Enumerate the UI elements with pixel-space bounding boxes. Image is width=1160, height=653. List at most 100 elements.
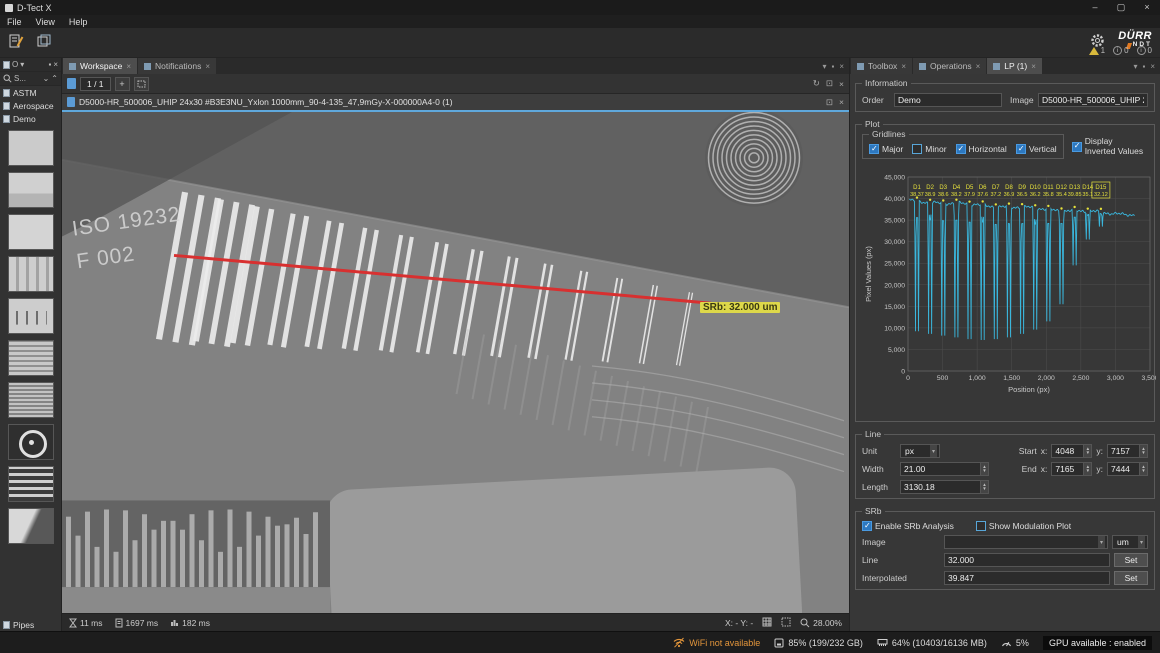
- notice-badge[interactable]: i0: [1137, 46, 1152, 55]
- menu-file[interactable]: File: [0, 17, 29, 27]
- order-field[interactable]: [894, 93, 1002, 107]
- fit-view-icon[interactable]: ⊡: [826, 97, 833, 108]
- tab-notifications[interactable]: Notifications ×: [138, 58, 216, 74]
- srb-unit-select[interactable]: um▾: [1112, 535, 1148, 549]
- end-y-field[interactable]: ▲▼: [1107, 462, 1148, 476]
- thumbnail[interactable]: [8, 172, 54, 208]
- srb-line-set-button[interactable]: Set: [1114, 553, 1148, 567]
- thumbnail[interactable]: [8, 508, 54, 544]
- window-controls: – ▢ ×: [1082, 0, 1160, 15]
- rect-select-button[interactable]: [134, 77, 149, 91]
- tab-lp[interactable]: LP (1) ×: [987, 58, 1042, 74]
- close-icon[interactable]: ×: [53, 60, 58, 69]
- xray-image[interactable]: [62, 112, 849, 613]
- close-button[interactable]: ×: [1134, 0, 1160, 15]
- thumbnail[interactable]: [8, 214, 54, 250]
- start-x-field[interactable]: ▲▼: [1051, 444, 1092, 458]
- refresh-icon[interactable]: ↻: [813, 78, 820, 89]
- pixel-grid-button[interactable]: [781, 617, 791, 629]
- checkbox[interactable]: [862, 521, 872, 531]
- srb-measurement-label: SRb: 32.000 um: [700, 302, 780, 313]
- pin-icon[interactable]: ▪: [48, 60, 51, 69]
- grid-toggle-button[interactable]: [762, 617, 772, 629]
- report-edit-button[interactable]: [5, 31, 27, 51]
- srb-image-select[interactable]: ▾: [944, 535, 1108, 549]
- tab-workspace[interactable]: Workspace ×: [63, 58, 137, 74]
- image-tab-title: D5000-HR_500006_UHIP 24x30 #B3E3NU_Yxlon…: [79, 97, 453, 107]
- close-icon[interactable]: ×: [1031, 62, 1036, 71]
- srb-line-field[interactable]: [944, 553, 1110, 567]
- chevron-down-icon[interactable]: ▾: [822, 62, 826, 71]
- display-inverted-checkbox[interactable]: Display Inverted Values: [1072, 137, 1145, 156]
- width-field[interactable]: ▲▼: [900, 462, 989, 476]
- checkbox[interactable]: [1016, 144, 1026, 154]
- close-icon[interactable]: ×: [839, 62, 844, 71]
- thumbnail[interactable]: [8, 130, 54, 166]
- thumbnail[interactable]: [8, 340, 54, 376]
- cpu-status: 5%: [1001, 638, 1029, 648]
- tree-item-astm[interactable]: ASTM: [0, 86, 61, 99]
- search-input[interactable]: S...: [14, 74, 26, 83]
- checkbox[interactable]: [976, 521, 986, 531]
- length-field[interactable]: ▲▼: [900, 480, 989, 494]
- tab-toolbox[interactable]: Toolbox ×: [851, 58, 912, 74]
- srb-interpolated-set-button[interactable]: Set: [1114, 571, 1148, 585]
- warning-badge[interactable]: 1: [1089, 46, 1105, 55]
- unit-select[interactable]: px▾: [900, 444, 940, 458]
- thumbnail[interactable]: [8, 256, 54, 292]
- thumbnail[interactable]: [8, 424, 54, 460]
- checkbox[interactable]: [869, 144, 879, 154]
- chevron-down-icon[interactable]: ▾: [20, 60, 24, 69]
- checkbox[interactable]: [956, 144, 966, 154]
- tree-item-aerospace[interactable]: Aerospace: [0, 99, 61, 112]
- thumbnail[interactable]: [8, 298, 54, 334]
- srb-interpolated-field[interactable]: [944, 571, 1110, 585]
- spinner[interactable]: ▲▼: [980, 462, 989, 476]
- zoom-level[interactable]: 28.00%: [800, 618, 842, 628]
- menu-help[interactable]: Help: [62, 17, 95, 27]
- spinner[interactable]: ▲▼: [1083, 444, 1092, 458]
- checkbox[interactable]: [912, 144, 922, 154]
- show-modulation-checkbox[interactable]: Show Modulation Plot: [976, 521, 1071, 531]
- fit-view-icon[interactable]: ⊡: [826, 78, 833, 89]
- close-icon[interactable]: ×: [126, 62, 131, 71]
- close-icon[interactable]: ×: [205, 62, 210, 71]
- pin-icon[interactable]: ▪: [1142, 62, 1145, 71]
- image-tab[interactable]: D5000-HR_500006_UHIP 24x30 #B3E3NU_Yxlon…: [62, 94, 849, 110]
- menu-view[interactable]: View: [29, 17, 62, 27]
- thumbnail[interactable]: [8, 466, 54, 502]
- spinner[interactable]: ▲▼: [1083, 462, 1092, 476]
- end-x-field[interactable]: ▲▼: [1051, 462, 1092, 476]
- spinner[interactable]: ▲▼: [1139, 462, 1148, 476]
- tree-item-pipes[interactable]: Pipes: [0, 618, 61, 631]
- tab-operations[interactable]: Operations ×: [913, 58, 986, 74]
- expand-all-icon[interactable]: ⌄: [43, 74, 50, 83]
- thumbnail[interactable]: [8, 382, 54, 418]
- pin-icon[interactable]: ▪: [831, 62, 834, 71]
- gridlines-horizontal-checkbox[interactable]: Horizontal: [956, 144, 1007, 154]
- enable-srb-checkbox[interactable]: Enable SRb Analysis: [862, 521, 954, 531]
- minimize-button[interactable]: –: [1082, 0, 1108, 15]
- close-icon[interactable]: ×: [976, 62, 981, 71]
- chevron-down-icon[interactable]: ▾: [1133, 62, 1137, 71]
- close-icon[interactable]: ×: [901, 62, 906, 71]
- checkbox[interactable]: [1072, 142, 1082, 152]
- add-view-button[interactable]: +: [115, 77, 130, 91]
- spinner[interactable]: ▲▼: [980, 480, 989, 494]
- start-y-field[interactable]: ▲▼: [1107, 444, 1148, 458]
- info-badge[interactable]: i0: [1113, 46, 1128, 55]
- close-icon[interactable]: ×: [839, 97, 844, 107]
- spinner[interactable]: ▲▼: [1139, 444, 1148, 458]
- search-icon[interactable]: [3, 74, 12, 83]
- close-icon[interactable]: ×: [1150, 62, 1155, 71]
- tree-item-demo[interactable]: Demo: [0, 112, 61, 125]
- image-viewer[interactable]: ISO 19232 F 002 SRb: 32.000 um: [62, 110, 849, 613]
- gridlines-vertical-checkbox[interactable]: Vertical: [1016, 144, 1057, 154]
- gridlines-major-checkbox[interactable]: Major: [869, 144, 903, 154]
- collapse-all-icon[interactable]: ⌃: [51, 74, 58, 83]
- gridlines-minor-checkbox[interactable]: Minor: [912, 144, 946, 154]
- close-icon[interactable]: ×: [839, 79, 844, 89]
- maximize-button[interactable]: ▢: [1108, 0, 1134, 15]
- image-field[interactable]: [1038, 93, 1148, 107]
- images-button[interactable]: [33, 31, 55, 51]
